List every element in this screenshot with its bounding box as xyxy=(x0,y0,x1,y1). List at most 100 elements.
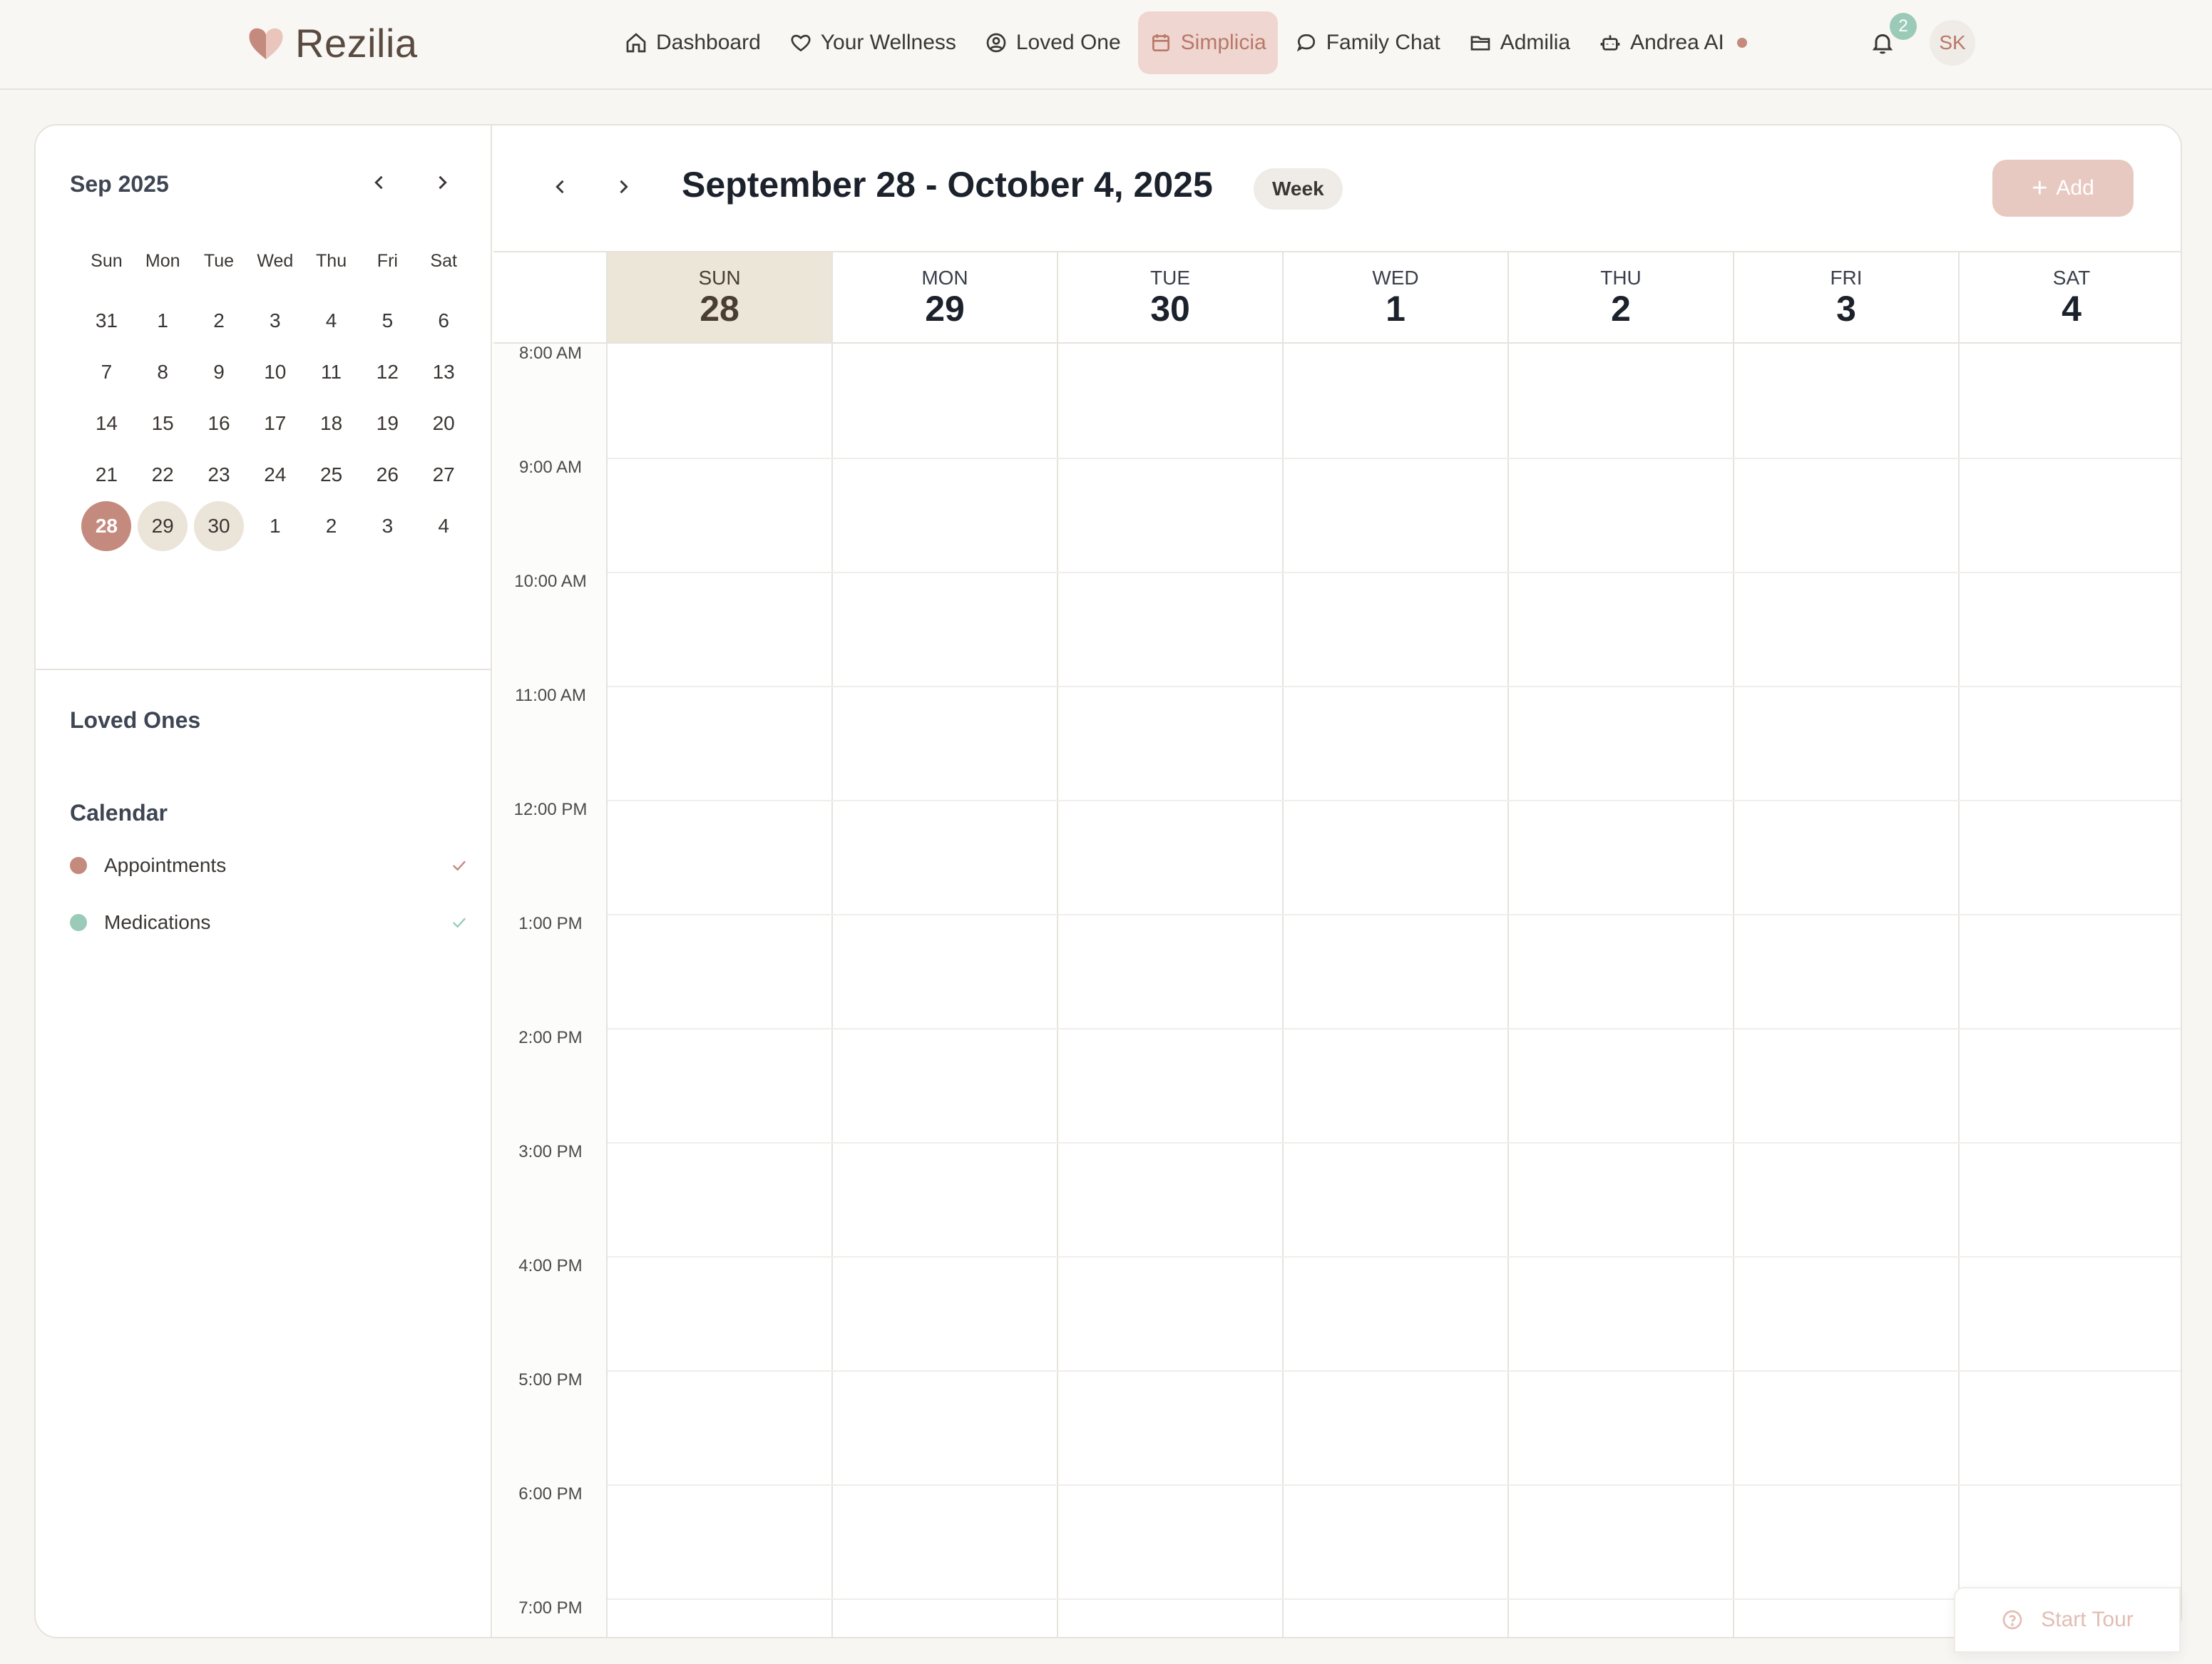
mini-calendar-day[interactable]: 4 xyxy=(416,501,472,551)
mini-calendar-day[interactable]: 18 xyxy=(303,399,359,448)
mini-calendar-day[interactable]: 5 xyxy=(359,296,416,346)
calendar-toggle-appointments[interactable]: Appointments xyxy=(70,848,469,883)
view-mode-toggle[interactable]: Week xyxy=(1254,168,1343,210)
day-header-sun[interactable]: SUN 28 xyxy=(608,252,833,344)
day-column-mon[interactable] xyxy=(833,344,1058,1637)
mini-calendar-day[interactable]: 14 xyxy=(78,399,135,448)
hour-gridline xyxy=(608,800,2181,801)
day-header-tue[interactable]: TUE 30 xyxy=(1058,252,1284,344)
hour-gridline xyxy=(608,686,2181,687)
mini-calendar-day[interactable]: 21 xyxy=(78,450,135,500)
week-next-button[interactable] xyxy=(609,173,638,201)
day-number: 30 xyxy=(1150,288,1190,329)
mini-calendar-day[interactable]: 17 xyxy=(247,399,303,448)
calendar-toggle-medications[interactable]: Medications xyxy=(70,905,469,940)
mini-calendar-day[interactable]: 6 xyxy=(416,296,472,346)
mini-calendar-day[interactable]: 24 xyxy=(247,450,303,500)
day-column-tue[interactable] xyxy=(1058,344,1284,1637)
mini-calendar-next-button[interactable] xyxy=(428,168,456,197)
day-number: 17 xyxy=(264,412,287,434)
day-number: 28 xyxy=(81,501,132,551)
day-name: FRI xyxy=(1830,266,1863,289)
day-number: 26 xyxy=(376,463,399,486)
mini-calendar-day[interactable]: 9 xyxy=(191,347,247,397)
mini-calendar-day-in-week[interactable]: 29 xyxy=(135,501,191,551)
day-header-fri[interactable]: FRI 3 xyxy=(1734,252,1960,344)
nav-dashboard[interactable]: Dashboard xyxy=(613,11,772,74)
day-column-sat[interactable] xyxy=(1960,344,2181,1637)
mini-calendar-day[interactable]: 22 xyxy=(135,450,191,500)
day-header-wed[interactable]: WED 1 xyxy=(1284,252,1509,344)
week-prev-button[interactable] xyxy=(546,173,575,201)
mini-calendar-day[interactable]: 20 xyxy=(416,399,472,448)
mini-calendar-week-row: 31 1 2 3 4 5 6 xyxy=(78,295,472,346)
day-name: WED xyxy=(1372,266,1419,289)
nav-family-chat[interactable]: Family Chat xyxy=(1284,11,1452,74)
nav-admilia[interactable]: Admilia xyxy=(1458,11,1582,74)
day-name: SUN xyxy=(698,266,741,289)
day-column-thu[interactable] xyxy=(1509,344,1734,1637)
mini-calendar-day[interactable]: 8 xyxy=(135,347,191,397)
day-number: 2 xyxy=(213,309,225,332)
mini-calendar-day[interactable]: 15 xyxy=(135,399,191,448)
mini-calendar-prev-button[interactable] xyxy=(365,168,394,197)
mini-calendar-day[interactable]: 2 xyxy=(191,296,247,346)
mini-calendar-week-row: 28 29 30 1 2 3 4 xyxy=(78,500,472,552)
mini-calendar-day[interactable]: 1 xyxy=(247,501,303,551)
mini-calendar-day[interactable]: 16 xyxy=(191,399,247,448)
nav-loved-one-label: Loved One xyxy=(1015,31,1121,54)
medications-color-dot xyxy=(70,914,87,931)
mini-calendar-day-selected[interactable]: 28 xyxy=(78,501,135,551)
time-label: 3:00 PM xyxy=(518,1142,583,1161)
user-avatar[interactable]: SK xyxy=(1930,20,1975,66)
brand-name: Rezilia xyxy=(295,20,418,66)
mini-calendar-day[interactable]: 19 xyxy=(359,399,416,448)
day-number: 9 xyxy=(213,361,225,383)
start-tour-button[interactable]: Start Tour xyxy=(1954,1587,2181,1653)
mini-calendar-day-in-week[interactable]: 30 xyxy=(191,501,247,551)
time-label: 1:00 PM xyxy=(518,914,583,933)
check-icon xyxy=(449,913,469,933)
day-number: 19 xyxy=(376,412,399,434)
hour-gridline xyxy=(608,1598,2181,1600)
day-column-fri[interactable] xyxy=(1734,344,1960,1637)
add-event-button[interactable]: + Add xyxy=(1992,160,2134,217)
nav-andrea-ai[interactable]: Andrea AI xyxy=(1587,11,1758,74)
mini-calendar-day[interactable]: 10 xyxy=(247,347,303,397)
day-header-thu[interactable]: THU 2 xyxy=(1509,252,1734,344)
mini-calendar-day[interactable]: 2 xyxy=(303,501,359,551)
loved-ones-heading: Loved Ones xyxy=(70,707,201,733)
brand-logo[interactable]: Rezilia xyxy=(245,20,418,66)
nav-simplicia[interactable]: Simplicia xyxy=(1137,11,1278,74)
mini-calendar-day[interactable]: 11 xyxy=(303,347,359,397)
day-number: 25 xyxy=(320,463,343,486)
day-column-wed[interactable] xyxy=(1284,344,1509,1637)
mini-calendar-day[interactable]: 4 xyxy=(303,296,359,346)
mini-calendar-day[interactable]: 12 xyxy=(359,347,416,397)
check-icon xyxy=(449,856,469,875)
day-number: 2 xyxy=(1611,288,1631,329)
nav-andrea-ai-label: Andrea AI xyxy=(1630,31,1724,54)
hour-gridline xyxy=(608,1256,2181,1258)
mini-calendar-day[interactable]: 31 xyxy=(78,296,135,346)
mini-calendar-day[interactable]: 26 xyxy=(359,450,416,500)
day-number: 2 xyxy=(325,515,337,537)
day-number: 3 xyxy=(1836,288,1856,329)
mini-calendar-day[interactable]: 1 xyxy=(135,296,191,346)
mini-calendar-day[interactable]: 23 xyxy=(191,450,247,500)
add-event-label: Add xyxy=(2056,176,2094,200)
mini-calendar-day[interactable]: 13 xyxy=(416,347,472,397)
mini-calendar-day[interactable]: 25 xyxy=(303,450,359,500)
day-number: 1 xyxy=(1386,288,1405,329)
nav-your-wellness[interactable]: Your Wellness xyxy=(778,11,968,74)
day-column-sun[interactable] xyxy=(608,344,833,1637)
day-header-mon[interactable]: MON 29 xyxy=(833,252,1058,344)
nav-loved-one[interactable]: Loved One xyxy=(973,11,1132,74)
mini-calendar-day[interactable]: 27 xyxy=(416,450,472,500)
mini-calendar-day[interactable]: 7 xyxy=(78,347,135,397)
mini-calendar-day[interactable]: 3 xyxy=(247,296,303,346)
day-header-sat[interactable]: SAT 4 xyxy=(1960,252,2181,344)
folder-icon xyxy=(1470,36,1490,51)
time-label: 5:00 PM xyxy=(518,1370,583,1390)
mini-calendar-day[interactable]: 3 xyxy=(359,501,416,551)
